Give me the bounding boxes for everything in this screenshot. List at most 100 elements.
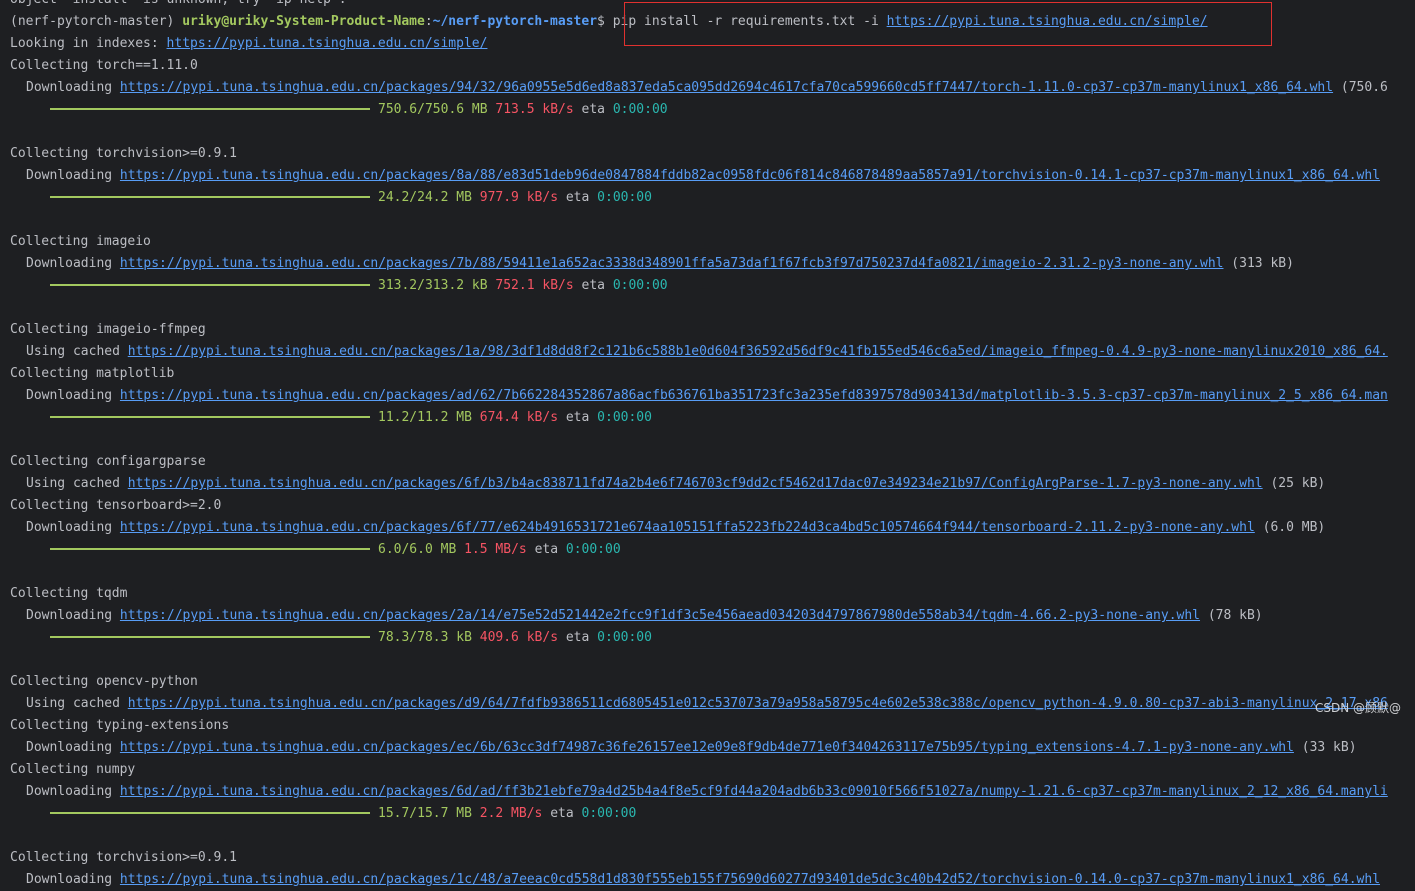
download-verb: Using cached [26, 696, 128, 711]
index-url-link[interactable]: https://pypi.tuna.tsinghua.edu.cn/simple… [167, 36, 488, 51]
download-rate: 977.9 kB/s [479, 190, 559, 205]
eta-label: eta [581, 102, 605, 117]
output-text: Looking in indexes: [10, 36, 167, 51]
download-rate: 674.4 kB/s [479, 410, 559, 425]
output-line: Collecting torchvision>=0.9.1 [0, 847, 1415, 869]
download-line: Downloading https://pypi.tuna.tsinghua.e… [0, 781, 1415, 803]
progress-line: 313.2/313.2 kB 752.1 kB/s eta 0:00:00 [0, 275, 1415, 297]
watermark: CSDN @顾默@ [1314, 701, 1401, 715]
progress-bar [50, 195, 370, 198]
progress-line: 15.7/15.7 MB 2.2 MB/s eta 0:00:00 [0, 803, 1415, 825]
package-url-link[interactable]: https://pypi.tuna.tsinghua.edu.cn/packag… [120, 872, 1380, 887]
output-text: Collecting torch==1.11.0 [10, 58, 198, 73]
package-url-link[interactable]: https://pypi.tuna.tsinghua.edu.cn/packag… [120, 168, 1380, 183]
output-text: object 'install' is unknown, try 'ip hel… [10, 0, 347, 7]
progress-amount: 15.7/15.7 MB [378, 806, 472, 821]
download-rate: 2.2 MB/s [479, 806, 543, 821]
output-line: Collecting typing-extensions [0, 715, 1415, 737]
progress-bar [50, 107, 370, 110]
eta-label: eta [565, 410, 590, 425]
prompt-separator: : [424, 14, 433, 29]
download-line: Downloading https://pypi.tuna.tsinghua.e… [0, 77, 1415, 99]
package-url-link[interactable]: https://pypi.tuna.tsinghua.edu.cn/packag… [120, 520, 1255, 535]
progress-line: 11.2/11.2 MB 674.4 kB/s eta 0:00:00 [0, 407, 1415, 429]
download-size: (313 kB) [1223, 256, 1294, 271]
output-line: Collecting imageio-ffmpeg [0, 319, 1415, 341]
eta-value: 0:00:00 [612, 278, 668, 293]
download-line: Using cached https://pypi.tuna.tsinghua.… [0, 693, 1415, 715]
download-verb: Downloading [26, 608, 120, 623]
package-url-link[interactable]: https://pypi.tuna.tsinghua.edu.cn/packag… [128, 344, 1388, 359]
package-url-link[interactable]: https://pypi.tuna.tsinghua.edu.cn/packag… [120, 80, 1333, 95]
package-url-link[interactable]: https://pypi.tuna.tsinghua.edu.cn/packag… [120, 388, 1388, 403]
prompt-env: (nerf-pytorch-master) [10, 14, 183, 29]
download-rate: 409.6 kB/s [479, 630, 559, 645]
package-url-link[interactable]: https://pypi.tuna.tsinghua.edu.cn/packag… [128, 476, 1263, 491]
package-url-link[interactable]: https://pypi.tuna.tsinghua.edu.cn/packag… [120, 256, 1224, 271]
progress-bar [50, 283, 370, 286]
eta-value: 0:00:00 [581, 806, 637, 821]
prompt-path: ~/nerf-pytorch-master [432, 14, 598, 29]
download-size: (78 kB) [1200, 608, 1263, 623]
progress-amount: 750.6/750.6 MB [378, 102, 488, 117]
download-verb: Downloading [26, 784, 120, 799]
download-line: Using cached https://pypi.tuna.tsinghua.… [0, 473, 1415, 495]
output-text: Collecting numpy [10, 762, 136, 777]
package-url-link[interactable]: https://pypi.tuna.tsinghua.edu.cn/packag… [120, 608, 1200, 623]
download-line: Downloading https://pypi.tuna.tsinghua.e… [0, 165, 1415, 187]
download-line: Downloading https://pypi.tuna.tsinghua.e… [0, 737, 1415, 759]
output-line: Collecting imageio [0, 231, 1415, 253]
terminal-output: object 'install' is unknown, try 'ip hel… [0, 0, 1415, 891]
eta-value: 0:00:00 [597, 630, 652, 645]
progress-line: 78.3/78.3 kB 409.6 kB/s eta 0:00:00 [0, 627, 1415, 649]
output-text: Collecting torchvision>=0.9.1 [10, 146, 237, 161]
progress-amount: 313.2/313.2 kB [378, 278, 488, 293]
output-text: Collecting torchvision>=0.9.1 [10, 850, 237, 865]
package-url-link[interactable]: https://pypi.tuna.tsinghua.edu.cn/packag… [128, 696, 1388, 711]
progress-amount: 78.3/78.3 kB [378, 630, 472, 645]
output-text: Collecting imageio [10, 234, 151, 249]
download-rate: 1.5 MB/s [464, 542, 527, 557]
download-line: Downloading https://pypi.tuna.tsinghua.e… [0, 517, 1415, 539]
output-line: Collecting configargparse [0, 451, 1415, 473]
prompt-user: uriky@uriky-System-Product-Name [182, 14, 425, 29]
package-url-link[interactable]: https://pypi.tuna.tsinghua.edu.cn/packag… [120, 740, 1294, 755]
output-line: Collecting opencv-python [0, 671, 1415, 693]
eta-value: 0:00:00 [565, 542, 621, 557]
output-text: Collecting opencv-python [10, 674, 198, 689]
download-verb: Downloading [26, 872, 120, 887]
download-line: Downloading https://pypi.tuna.tsinghua.e… [0, 605, 1415, 627]
progress-bar [50, 415, 370, 418]
download-rate: 752.1 kB/s [495, 278, 574, 293]
command-highlight-box [624, 2, 1272, 46]
progress-line: 6.0/6.0 MB 1.5 MB/s eta 0:00:00 [0, 539, 1415, 561]
download-size: (750.6 [1333, 80, 1388, 95]
progress-bar [50, 635, 370, 638]
eta-value: 0:00:00 [597, 410, 652, 425]
download-size: (6.0 MB) [1254, 520, 1326, 535]
progress-amount: 6.0/6.0 MB [378, 542, 457, 557]
output-line: Collecting tensorboard>=2.0 [0, 495, 1415, 517]
output-text: Collecting tqdm [10, 586, 128, 601]
progress-amount: 11.2/11.2 MB [378, 410, 472, 425]
download-verb: Using cached [26, 476, 128, 491]
download-line: Using cached https://pypi.tuna.tsinghua.… [0, 341, 1415, 363]
output-text: Collecting configargparse [10, 454, 206, 469]
download-verb: Downloading [26, 740, 120, 755]
progress-line: 750.6/750.6 MB 713.5 kB/s eta 0:00:00 [0, 99, 1415, 121]
output-text: Collecting tensorboard>=2.0 [10, 498, 222, 513]
download-verb: Downloading [26, 520, 120, 535]
eta-label: eta [534, 542, 559, 557]
package-url-link[interactable]: https://pypi.tuna.tsinghua.edu.cn/packag… [120, 784, 1388, 799]
download-verb: Using cached [26, 344, 128, 359]
eta-value: 0:00:00 [612, 102, 668, 117]
output-text: Collecting imageio-ffmpeg [10, 322, 206, 337]
download-verb: Downloading [26, 388, 120, 403]
download-size: (25 kB) [1262, 476, 1326, 491]
progress-line: 24.2/24.2 MB 977.9 kB/s eta 0:00:00 [0, 187, 1415, 209]
